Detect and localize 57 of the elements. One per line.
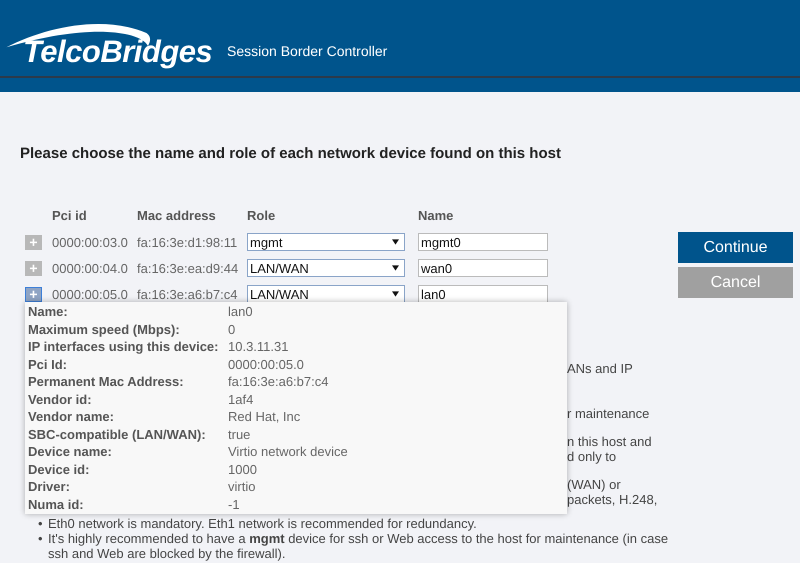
caret-icon xyxy=(392,239,399,245)
table-cell-text: 0000:00:05.0 xyxy=(52,286,129,302)
notes-text: r maintenance xyxy=(567,406,650,421)
tooltip-value: 1af4 xyxy=(228,392,254,407)
table-cell-text: 0000:00:03.0 xyxy=(52,234,129,250)
tooltip-label: IP interfaces using this device: xyxy=(28,339,220,354)
role-dropdown[interactable]: LAN/WAN xyxy=(247,259,405,277)
tooltip-value: Virtio network device xyxy=(228,444,348,460)
bullet-marker: • xyxy=(38,516,44,531)
tooltip-value: Red Hat, Inc xyxy=(228,409,300,424)
note-item: Eth0 network is mandatory. Eth1 network is recommended for redundancy. xyxy=(48,516,477,531)
note-item: It's highly recommended to have a mgmt device for ssh or Web access to the host for maintenance (in case ssh and Web are blocked by the firewall). xyxy=(48,531,670,561)
tooltip-label: Name: xyxy=(28,304,69,320)
tooltip-value: true xyxy=(228,426,250,442)
tooltip-value: 10.3.11.31 xyxy=(228,339,288,354)
role-dropdown[interactable]: mgmt xyxy=(247,233,405,251)
notes-text: (WAN) or xyxy=(567,477,621,492)
continue-button[interactable]: Continue xyxy=(678,232,793,263)
bullet-marker: • xyxy=(38,531,44,548)
logo-text: TelcoBridges xyxy=(23,34,212,70)
column-header: Role xyxy=(247,208,276,223)
header-subtitle: Session Border Controller xyxy=(227,43,388,59)
tooltip-value: -1 xyxy=(228,496,240,512)
tooltip-value: 0 xyxy=(228,322,236,337)
table-cell-text: fa:16:3e:ea:d9:44 xyxy=(137,260,240,276)
tooltip-label: Driver: xyxy=(28,479,71,494)
notes-text: n this host and xyxy=(567,434,652,449)
tooltip-label: Device id: xyxy=(28,462,90,477)
notes-text: packets, H.248, xyxy=(567,492,658,507)
column-header: Mac address xyxy=(137,208,217,223)
tooltip-value: lan0 xyxy=(228,304,253,320)
name-field[interactable]: lan0 xyxy=(418,285,548,303)
tooltip-label: Numa id: xyxy=(28,496,85,512)
caret-icon xyxy=(392,265,399,271)
tooltip-value: virtio xyxy=(228,479,256,494)
notes-text: ANs and IP xyxy=(567,361,633,376)
column-header: Pci id xyxy=(52,208,88,223)
tooltip-label: Permanent Mac Address: xyxy=(28,374,185,390)
table-cell-text: fa:16:3e:a6:b7:c4 xyxy=(137,286,238,302)
name-field[interactable]: mgmt0 xyxy=(418,233,548,251)
page-heading: Please choose the name and role of each network device found on this host xyxy=(20,145,562,162)
column-header: Name xyxy=(418,208,454,223)
tooltip-value: 0000:00:05.0 xyxy=(228,356,304,372)
tooltip-value: fa:16:3e:a6:b7:c4 xyxy=(228,374,328,390)
name-field[interactable]: wan0 xyxy=(418,259,548,277)
caret-icon xyxy=(392,291,399,297)
tooltip-label: Vendor id: xyxy=(28,392,93,407)
notes-text: d only to xyxy=(567,449,616,464)
tooltip-label: Maximum speed (Mbps): xyxy=(28,322,181,337)
tooltip-label: Pci Id: xyxy=(28,356,68,372)
table-cell-text: fa:16:3e:d1:98:11 xyxy=(137,234,238,250)
table-cell-text: 0000:00:04.0 xyxy=(52,260,129,276)
tooltip-label: Vendor name: xyxy=(28,409,115,424)
tooltip-value: 1000 xyxy=(228,462,257,477)
tooltip-label: Device name: xyxy=(28,444,113,460)
role-dropdown[interactable]: LAN/WAN xyxy=(247,285,405,303)
tooltip-label: SBC-compatible (LAN/WAN): xyxy=(28,426,207,442)
